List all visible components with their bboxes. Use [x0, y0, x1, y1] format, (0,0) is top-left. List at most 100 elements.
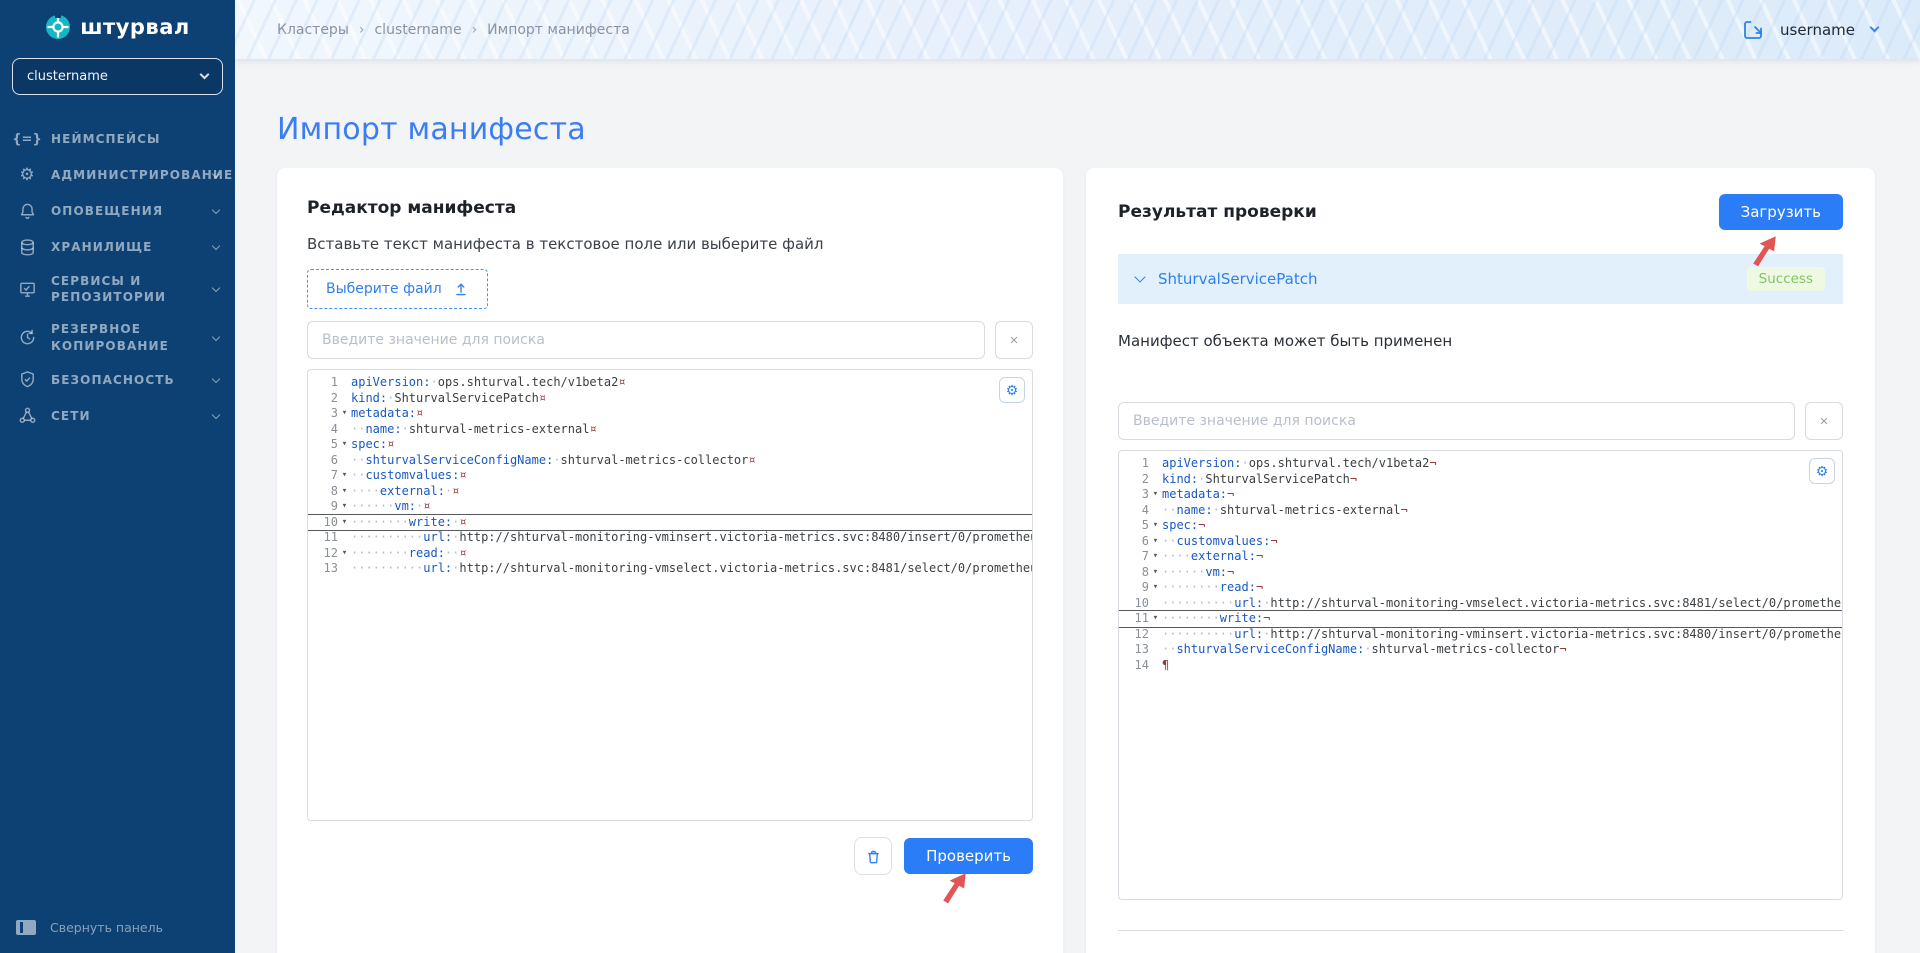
code-text: ··········url:·http://shturval-monitorin… — [351, 561, 1033, 575]
editor-search-input[interactable] — [307, 321, 985, 359]
username-menu[interactable]: username — [1780, 21, 1855, 39]
code-line-7: 7 ▾ ····external:¬ — [1119, 549, 1842, 565]
sidebar-item-label: СЕРВИСЫ И РЕПОЗИТОРИИ — [51, 274, 167, 305]
line-number: 12 — [323, 545, 338, 560]
result-search-input[interactable] — [1118, 402, 1795, 440]
result-card-title: Результат проверки — [1118, 202, 1317, 222]
line-number: 5 — [1141, 518, 1149, 532]
choose-file-button[interactable]: Выберите файл — [307, 269, 488, 309]
code-line-6: 6 ▾ ··customvalues:¬ — [1119, 534, 1842, 550]
line-number: 6 — [1141, 533, 1149, 548]
code-line-10: 10 ▾ ········write:·¤ — [308, 515, 1032, 531]
status-badge: Success — [1746, 267, 1825, 291]
collapse-panel-button[interactable]: Свернуть панель — [0, 906, 235, 953]
result-search-clear-button[interactable]: × — [1805, 402, 1843, 440]
services-icon — [16, 280, 38, 299]
fold-arrow-icon[interactable]: ▾ — [1149, 487, 1162, 503]
line-number: 7 — [1141, 549, 1149, 563]
collapse-panel-label: Свернуть панель — [50, 920, 163, 935]
choose-file-label: Выберите файл — [326, 281, 442, 297]
code-text: ··customvalues:¬ — [1162, 533, 1278, 548]
line-number: 5 — [330, 437, 338, 451]
cluster-select[interactable]: clustername — [12, 58, 223, 95]
code-text: apiVersion:·ops.shturval.tech/v1beta2¤ — [351, 375, 626, 389]
line-number: 4 — [1141, 502, 1149, 517]
editor-search-clear-button[interactable]: × — [995, 321, 1033, 359]
code-line-10: 10 ··········url:·http://shturval-monitor… — [1119, 596, 1842, 612]
upload-icon — [456, 283, 466, 296]
code-text: spec:¬ — [1162, 518, 1206, 532]
editor-settings-gear-icon[interactable]: ⚙ — [1809, 458, 1835, 484]
code-text: ··········url:·http://shturval-monitorin… — [1162, 626, 1843, 641]
manifest-code-lines: 1 apiVersion:·ops.shturval.tech/v1beta2¤ 2… — [308, 370, 1032, 577]
code-line-11: 11 ··········url:·http://shturval-monitor… — [308, 530, 1032, 546]
line-number: 12 — [1134, 626, 1149, 641]
breadcrumb-clusters[interactable]: Кластеры — [277, 22, 349, 38]
braces-icon: {=} — [12, 131, 42, 147]
fold-arrow-icon[interactable]: ▾ — [338, 515, 351, 531]
import-manifest-screen: штурвал clustername {=} НЕЙМСПЕЙСЫ ⚙ АДМИНИ… — [0, 0, 1920, 953]
fold-arrow-icon[interactable]: ▾ — [1149, 518, 1162, 534]
fold-arrow-icon[interactable]: ▾ — [1149, 549, 1162, 565]
sidebar-item-5[interactable]: РЕЗЕРВНОЕ КОПИРОВАНИЕ — [0, 313, 235, 361]
sidebar-item-3[interactable]: ХРАНИЛИЩЕ — [0, 229, 235, 265]
clear-editor-button[interactable] — [854, 837, 893, 875]
sidebar-item-label: АДМИНИСТРИРОВАНИЕ — [51, 167, 234, 182]
code-line-4: 4 ··name:·shturval-metrics-external¤ — [308, 422, 1032, 438]
fold-arrow-icon[interactable]: ▾ — [338, 437, 351, 453]
sidebar-item-7[interactable]: СЕТИ — [0, 398, 235, 434]
result-search-row: × — [1118, 402, 1843, 440]
chevron-down-icon — [211, 332, 221, 341]
sidebar: штурвал clustername {=} НЕЙМСПЕЙСЫ ⚙ АДМИНИ… — [0, 0, 235, 953]
fold-arrow-icon[interactable]: ▾ — [338, 484, 351, 500]
editor-card-subtitle: Вставьте текст манифеста в текстовое пол… — [307, 235, 824, 253]
sidebar-item-6[interactable]: БЕЗОПАСНОСТЬ — [0, 362, 235, 398]
fold-arrow-icon[interactable]: ▾ — [338, 499, 351, 515]
sidebar-item-2[interactable]: ОПОВЕЩЕНИЯ — [0, 193, 235, 229]
resource-accordion[interactable]: ShturvalServicePatch Success — [1118, 254, 1843, 304]
code-text: ··········url:·http://shturval-monitorin… — [351, 530, 1033, 544]
result-code-editor[interactable]: ⚙ 1 apiVersion:·ops.shturval.tech/v1beta2… — [1118, 450, 1843, 900]
breadcrumb: Кластеры › clustername › Импорт манифест… — [277, 22, 630, 38]
code-text: ··name:·shturval-metrics-external¤ — [351, 421, 597, 436]
fold-arrow-icon[interactable]: ▾ — [1149, 534, 1162, 550]
chevron-down-icon[interactable] — [1869, 22, 1880, 33]
fold-arrow-icon[interactable]: ▾ — [338, 468, 351, 484]
check-button[interactable]: Проверить — [904, 838, 1033, 874]
line-number: 8 — [330, 483, 338, 498]
result-code-lines: 1 apiVersion:·ops.shturval.tech/v1beta2¬ 2… — [1119, 451, 1842, 673]
breadcrumb-clustername[interactable]: clustername — [374, 22, 461, 38]
manifest-code-editor[interactable]: ⚙ 1 apiVersion:·ops.shturval.tech/v1beta2… — [307, 369, 1033, 821]
code-line-1: 1 apiVersion:·ops.shturval.tech/v1beta2¤ — [308, 375, 1032, 391]
fold-arrow-icon[interactable]: ▾ — [1149, 580, 1162, 596]
code-line-4: 4 ··name:·shturval-metrics-external¬ — [1119, 503, 1842, 519]
code-text: ········write:·¤ — [351, 514, 467, 529]
upload-button[interactable]: Загрузить — [1718, 194, 1843, 230]
sidebar-item-4[interactable]: СЕРВИСЫ И РЕПОЗИТОРИИ — [0, 265, 235, 313]
sidebar-item-label: ХРАНИЛИЩЕ — [51, 239, 153, 254]
fold-arrow-icon[interactable]: ▾ — [1149, 565, 1162, 581]
editor-settings-gear-icon[interactable]: ⚙ — [999, 377, 1025, 403]
line-number: 8 — [1141, 564, 1149, 579]
fold-arrow-icon[interactable]: ▾ — [1149, 611, 1162, 627]
fold-arrow-icon[interactable]: ▾ — [338, 546, 351, 562]
sidebar-item-1[interactable]: ⚙ АДМИНИСТРИРОВАНИЕ — [0, 157, 235, 193]
chevron-down-icon — [199, 69, 210, 80]
sidebar-item-0[interactable]: {=} НЕЙМСПЕЙСЫ — [0, 121, 235, 157]
exit-cluster-icon[interactable] — [1742, 19, 1764, 41]
bell-icon — [16, 202, 38, 221]
app-logo-text: штурвал — [80, 15, 190, 39]
fold-arrow-icon[interactable]: ▾ — [338, 406, 351, 422]
line-number: 7 — [330, 468, 338, 482]
gear-icon: ⚙ — [19, 165, 35, 185]
line-number: 3 — [330, 406, 338, 420]
line-number: 10 — [323, 514, 338, 529]
editor-actions: Проверить — [307, 837, 1033, 904]
